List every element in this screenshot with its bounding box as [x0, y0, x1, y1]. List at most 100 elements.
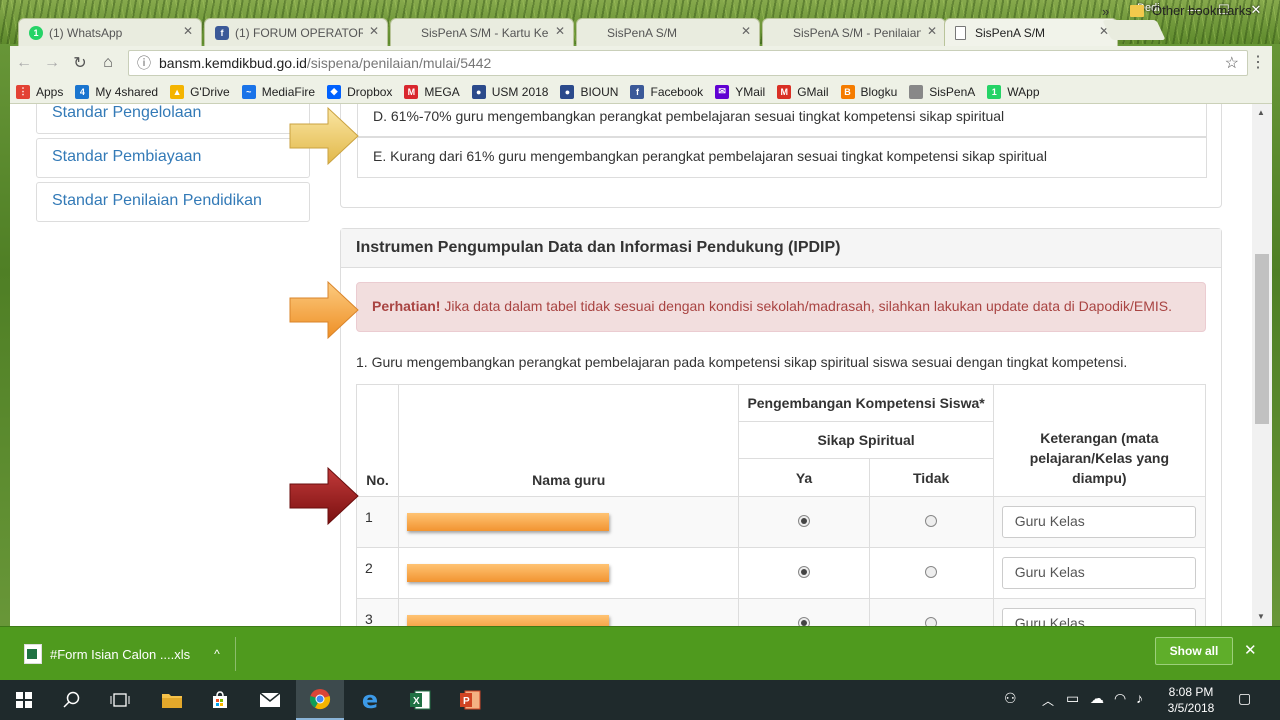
- tab-whatsapp[interactable]: 1 (1) WhatsApp ✕: [18, 18, 202, 46]
- whatsapp-icon: 1: [29, 26, 43, 40]
- close-icon[interactable]: ✕: [369, 24, 379, 38]
- close-icon[interactable]: ✕: [555, 24, 565, 38]
- tab-forum-operator[interactable]: f (1) FORUM OPERATOR ✕: [204, 18, 388, 46]
- ya-radio[interactable]: [798, 515, 810, 527]
- powerpoint-icon[interactable]: P: [446, 680, 494, 720]
- people-icon[interactable]: ⚇: [1004, 690, 1017, 707]
- sidebar-item-penilaian-pendidikan[interactable]: Standar Penilaian Pendidikan: [36, 182, 310, 222]
- row-number: 1: [355, 496, 400, 548]
- teacher-name-cell: [398, 547, 740, 599]
- tab-active-sispena[interactable]: SisPenA S/M ✕: [944, 18, 1118, 46]
- star-icon[interactable]: ☆: [1225, 53, 1239, 73]
- tab-strip: 1 (1) WhatsApp ✕ f (1) FORUM OPERATOR ✕ …: [0, 14, 1280, 46]
- bookmark-apps[interactable]: ⋮ Apps: [16, 84, 63, 99]
- bookmark-sispena[interactable]: SisPenA: [909, 84, 975, 99]
- bookmark-ymail[interactable]: ✉ YMail: [715, 84, 765, 99]
- new-tab-button[interactable]: [1102, 20, 1166, 40]
- bookmark-g-drive[interactable]: ▲ G'Drive: [170, 84, 230, 99]
- close-icon[interactable]: ✕: [927, 24, 937, 38]
- forward-button[interactable]: →: [38, 49, 66, 77]
- edge-icon[interactable]: e: [346, 680, 394, 720]
- download-item[interactable]: #Form Isian Calon ....xls ^: [14, 637, 236, 671]
- bookmark-icon: f: [630, 84, 645, 99]
- bookmark-mega[interactable]: M MEGA: [404, 84, 460, 99]
- onedrive-icon[interactable]: ☁: [1090, 690, 1104, 707]
- keterangan-input[interactable]: Guru Kelas: [1001, 506, 1196, 538]
- system-clock[interactable]: 8:08 PM 3/5/2018: [1158, 684, 1224, 716]
- svg-text:P: P: [463, 696, 470, 707]
- bookmark-label: MediaFire: [261, 84, 316, 99]
- tidak-cell: [868, 547, 994, 599]
- bookmark-blogku[interactable]: B Blogku: [840, 84, 897, 99]
- other-bookmarks-folder[interactable]: Other bookmarks: [1130, 3, 1252, 18]
- bookmark-gmail[interactable]: M GMail: [777, 84, 829, 99]
- bookmark-dropbox[interactable]: ◆ Dropbox: [327, 84, 392, 99]
- bookmark-facebook[interactable]: f Facebook: [630, 84, 703, 99]
- mail-icon[interactable]: [246, 680, 294, 720]
- bookmarks-overflow-button[interactable]: »: [1102, 4, 1109, 19]
- download-filename: #Form Isian Calon ....xls: [50, 646, 191, 662]
- option-e[interactable]: E. Kurang dari 61% guru mengembangkan pe…: [357, 137, 1207, 178]
- bookmark-my-4shared[interactable]: 4 My 4shared: [75, 84, 159, 99]
- close-icon[interactable]: ✕: [183, 24, 193, 38]
- windows-start-icon[interactable]: [0, 680, 48, 720]
- reload-button[interactable]: ↻: [66, 49, 94, 77]
- option-d[interactable]: D. 61%-70% guru mengembangkan perangkat …: [357, 104, 1207, 137]
- store-icon[interactable]: [196, 680, 244, 720]
- info-icon[interactable]: ⓘ: [137, 53, 151, 73]
- tab-kartu-kendali[interactable]: SisPenA S/M - Kartu Ke ✕: [390, 18, 574, 46]
- tidak-radio[interactable]: [925, 515, 938, 527]
- tidak-radio[interactable]: [925, 617, 938, 626]
- browser-toolbar: ← → ↻ ⌂ ⓘ bansm.kemdikbud.go.id/sispena/…: [10, 46, 1272, 80]
- keterangan-input[interactable]: Guru Kelas: [1001, 557, 1196, 589]
- close-icon[interactable]: ✕: [741, 24, 751, 38]
- address-bar[interactable]: ⓘ bansm.kemdikbud.go.id/sispena/penilaia…: [128, 50, 1248, 76]
- show-all-button[interactable]: Show all: [1155, 637, 1233, 665]
- file-explorer-icon[interactable]: [148, 680, 196, 720]
- wifi-icon[interactable]: ◠: [1114, 690, 1126, 707]
- bookmark-usm-2018[interactable]: ● USM 2018: [471, 84, 548, 99]
- ipdip-panel: Instrumen Pengumpulan Data dan Informasi…: [340, 228, 1222, 626]
- col-pengembangan: Pengembangan Kompetensi Siswa*: [738, 384, 994, 422]
- chevron-up-icon[interactable]: ^: [214, 647, 220, 661]
- close-download-shelf-icon[interactable]: ✕: [1244, 641, 1257, 659]
- sidebar-item-label: Standar Pembiayaan: [52, 148, 202, 165]
- excel-icon[interactable]: X: [396, 680, 444, 720]
- tidak-radio[interactable]: [925, 566, 938, 578]
- col-ya: Ya: [738, 458, 870, 497]
- vertical-scrollbar[interactable]: ▲ ▼: [1252, 104, 1272, 626]
- chrome-icon[interactable]: [296, 680, 344, 720]
- back-button[interactable]: ←: [10, 49, 38, 77]
- sidebar-item-pembiayaan[interactable]: Standar Pembiayaan: [36, 138, 310, 178]
- scroll-down-icon[interactable]: ▼: [1257, 612, 1265, 621]
- tidak-cell: [868, 598, 994, 626]
- bookmark-label: My 4shared: [95, 84, 159, 99]
- bookmark-label: G'Drive: [190, 84, 230, 99]
- browser-window: Dedi — ☐ ✕ 1 (1) WhatsApp ✕ f (1) FORUM …: [0, 0, 1280, 680]
- keterangan-input[interactable]: Guru Kelas: [1001, 608, 1196, 626]
- ya-radio[interactable]: [798, 566, 810, 578]
- volume-icon[interactable]: ♪: [1136, 690, 1143, 706]
- keterangan-cell: Guru Kelas: [992, 547, 1207, 599]
- bookmark-wapp[interactable]: 1 WApp: [987, 84, 1040, 99]
- teacher-name-cell: [398, 496, 740, 548]
- chrome-menu-button[interactable]: ⋮: [1250, 52, 1266, 72]
- bookmark-icon: M: [404, 84, 419, 99]
- notifications-icon[interactable]: ▢: [1238, 690, 1251, 707]
- scroll-up-icon[interactable]: ▲: [1257, 108, 1265, 117]
- windows-taskbar: e X P ⚇ ︿ ▭ ☁ ◠ ♪ 8:08 PM 3/5/2018 ▢: [0, 680, 1280, 720]
- bookmark-bioun[interactable]: ● BIOUN: [560, 84, 618, 99]
- scrollbar-thumb[interactable]: [1255, 254, 1269, 424]
- task-view-icon[interactable]: [96, 680, 144, 720]
- bookmark-mediafire[interactable]: ~ MediaFire: [241, 84, 316, 99]
- tab-penilaian[interactable]: SisPenA S/M - Penilaian ✕: [762, 18, 946, 46]
- tab-sispena[interactable]: SisPenA S/M ✕: [576, 18, 760, 46]
- chevron-up-icon[interactable]: ︿: [1042, 692, 1054, 709]
- search-icon[interactable]: [48, 680, 96, 720]
- download-shelf: #Form Isian Calon ....xls ^ Show all ✕: [0, 626, 1280, 680]
- tab-label: (1) FORUM OPERATOR: [235, 25, 363, 40]
- sidebar-item-pengelolaan[interactable]: Standar Pengelolaan: [36, 104, 310, 134]
- home-button[interactable]: ⌂: [94, 49, 122, 77]
- ya-radio[interactable]: [798, 617, 810, 626]
- battery-icon[interactable]: ▭: [1066, 690, 1079, 707]
